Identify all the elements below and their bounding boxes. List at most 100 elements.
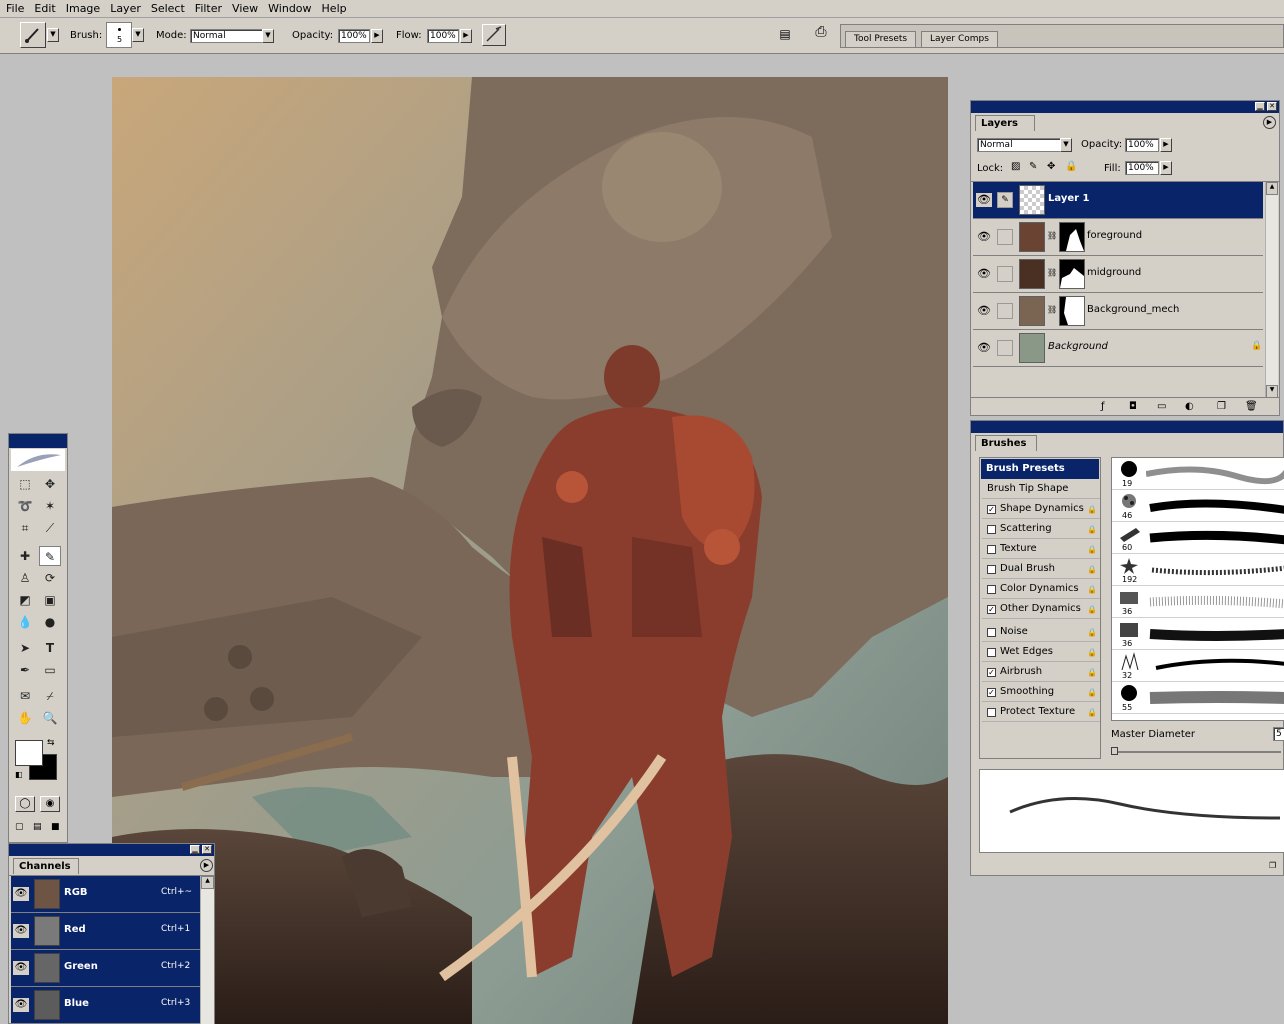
menu-filter[interactable]: Filter <box>195 2 222 15</box>
quick-mask-icon[interactable]: ◉ <box>40 796 60 812</box>
visibility-eye-icon[interactable]: 👁 <box>976 304 992 318</box>
option-shape-dynamics[interactable]: ✓ Shape Dynamics 🔒 <box>982 501 1100 519</box>
lock-icon[interactable]: 🔒 <box>1087 647 1097 658</box>
zoom-tool-icon[interactable]: 🔍 <box>39 708 61 728</box>
fill-arrow[interactable]: ▶ <box>1160 161 1172 175</box>
blur-tool-icon[interactable]: 💧 <box>14 612 36 632</box>
checkbox-checked[interactable]: ✓ <box>987 505 996 514</box>
trash-icon[interactable]: 🗑 <box>1245 401 1258 412</box>
tool-preset-picker[interactable] <box>20 22 46 48</box>
checkbox-checked[interactable]: ✓ <box>987 668 996 677</box>
chain-link-icon[interactable]: ⛓ <box>1047 305 1057 314</box>
toolbox-titlebar[interactable] <box>9 434 67 448</box>
layer-row-foreground[interactable]: 👁 ⛓ foreground <box>973 219 1263 256</box>
checkbox[interactable] <box>987 565 996 574</box>
brush-preset-row[interactable]: 19 <box>1112 458 1284 490</box>
visibility-eye-icon[interactable]: 👁 <box>976 193 992 207</box>
magic-wand-icon[interactable]: ✶ <box>39 496 61 516</box>
link-box[interactable] <box>997 229 1013 245</box>
checkbox[interactable] <box>987 545 996 554</box>
add-mask-icon[interactable]: ◘ <box>1129 401 1137 412</box>
file-browser-icon[interactable]: ⎙ <box>810 24 832 46</box>
lock-icon[interactable]: 🔒 <box>1087 524 1097 535</box>
lock-all-icon[interactable]: 🔒 <box>1065 161 1077 172</box>
checkbox[interactable] <box>987 585 996 594</box>
option-wet-edges[interactable]: Wet Edges 🔒 <box>982 644 1100 662</box>
option-protect-texture[interactable]: Protect Texture 🔒 <box>982 704 1100 722</box>
new-brush-icon[interactable]: ❐ <box>1269 861 1276 870</box>
visibility-eye-icon[interactable]: 👁 <box>13 924 29 938</box>
marquee-tool-icon[interactable]: ⬚ <box>14 474 36 494</box>
menu-file[interactable]: File <box>6 2 24 15</box>
layer-style-icon[interactable]: ƒ <box>1101 401 1105 412</box>
master-diameter-input[interactable]: 5 <box>1273 727 1284 741</box>
standard-mode-icon[interactable]: ◯ <box>15 796 35 812</box>
visibility-eye-icon[interactable]: 👁 <box>976 267 992 281</box>
default-colors-icon[interactable]: ◧ <box>15 770 23 779</box>
option-color-dynamics[interactable]: Color Dynamics 🔒 <box>982 581 1100 599</box>
minimize-icon[interactable]: ▁ <box>1255 102 1265 111</box>
pen-tool-icon[interactable]: ✒ <box>14 660 36 680</box>
layer-row-background[interactable]: 👁 Background 🔒 <box>973 330 1263 367</box>
checkbox[interactable] <box>987 648 996 657</box>
brush-picker[interactable]: 5 <box>106 22 132 48</box>
visibility-eye-icon[interactable]: 👁 <box>976 230 992 244</box>
dodge-tool-icon[interactable]: ● <box>39 612 61 632</box>
lock-position-icon[interactable]: ✥ <box>1047 161 1055 172</box>
channel-row-rgb[interactable]: 👁 RGB Ctrl+~ <box>11 876 214 913</box>
history-brush-icon[interactable]: ⟳ <box>39 568 61 588</box>
option-scattering[interactable]: Scattering 🔒 <box>982 521 1100 539</box>
blend-mode-select[interactable]: Normal <box>977 138 1063 152</box>
brush-preset-row[interactable]: 36 <box>1112 586 1284 618</box>
layer-row-layer-1[interactable]: 👁 ✎ Layer 1 <box>973 182 1263 219</box>
crop-tool-icon[interactable]: ⌗ <box>14 518 36 538</box>
link-box[interactable] <box>997 340 1013 356</box>
brush-link-icon[interactable]: ✎ <box>997 192 1013 208</box>
brush-tip-shape-item[interactable]: Brush Tip Shape <box>982 481 1100 499</box>
fill-input[interactable]: 100% <box>1125 161 1159 175</box>
layer-row-background-mech[interactable]: 👁 ⛓ Background_mech <box>973 293 1263 330</box>
foreground-color-swatch[interactable] <box>15 740 43 766</box>
lock-icon[interactable]: 🔒 <box>1087 687 1097 698</box>
layer-mask-thumbnail[interactable] <box>1059 222 1085 252</box>
scroll-up-icon[interactable]: ▲ <box>1266 182 1278 195</box>
menu-select[interactable]: Select <box>151 2 185 15</box>
chain-link-icon[interactable]: ⛓ <box>1047 268 1057 277</box>
menu-window[interactable]: Window <box>268 2 311 15</box>
screen-mode-menubar-icon[interactable]: ▤ <box>33 822 42 832</box>
checkbox[interactable] <box>987 628 996 637</box>
slice-tool-icon[interactable]: ⟋ <box>39 518 61 538</box>
master-diameter-slider[interactable] <box>1111 747 1281 755</box>
brushes-titlebar[interactable] <box>971 421 1283 433</box>
menu-help[interactable]: Help <box>322 2 347 15</box>
tab-layers[interactable]: Layers <box>975 115 1035 131</box>
lasso-tool-icon[interactable]: ➰ <box>14 496 36 516</box>
brush-picker-dropdown[interactable]: ▼ <box>132 28 144 42</box>
lock-icon[interactable]: 🔒 <box>1087 504 1097 515</box>
lock-paint-icon[interactable]: ✎ <box>1029 161 1037 172</box>
close-icon[interactable]: ✕ <box>1267 102 1277 111</box>
layers-titlebar[interactable] <box>971 101 1279 113</box>
visibility-eye-icon[interactable]: 👁 <box>13 998 29 1012</box>
scroll-up-icon[interactable]: ▲ <box>201 876 214 889</box>
lock-icon[interactable]: 🔒 <box>1087 604 1097 615</box>
brush-preset-row[interactable]: 36 <box>1112 618 1284 650</box>
visibility-eye-icon[interactable]: 👁 <box>976 341 992 355</box>
checkbox-checked[interactable]: ✓ <box>987 605 996 614</box>
brush-preset-row[interactable]: 46 <box>1112 490 1284 522</box>
path-select-icon[interactable]: ➤ <box>14 638 36 658</box>
channel-row-green[interactable]: 👁 Green Ctrl+2 <box>11 950 214 987</box>
chain-link-icon[interactable]: ⛓ <box>1047 231 1057 240</box>
brush-preset-row[interactable]: 60 <box>1112 522 1284 554</box>
lock-icon[interactable]: 🔒 <box>1087 707 1097 718</box>
mode-dropdown-arrow[interactable]: ▼ <box>262 29 274 43</box>
brush-tool-icon[interactable]: ✎ <box>39 546 61 566</box>
tab-channels[interactable]: Channels <box>13 858 79 874</box>
lock-icon[interactable]: 🔒 <box>1087 584 1097 595</box>
close-icon[interactable]: ✕ <box>202 845 212 854</box>
swap-colors-icon[interactable]: ⇆ <box>47 738 55 748</box>
menu-layer[interactable]: Layer <box>110 2 141 15</box>
menu-edit[interactable]: Edit <box>34 2 55 15</box>
option-airbrush[interactable]: ✓ Airbrush 🔒 <box>982 664 1100 682</box>
adjustment-layer-icon[interactable]: ◐ <box>1185 401 1194 412</box>
